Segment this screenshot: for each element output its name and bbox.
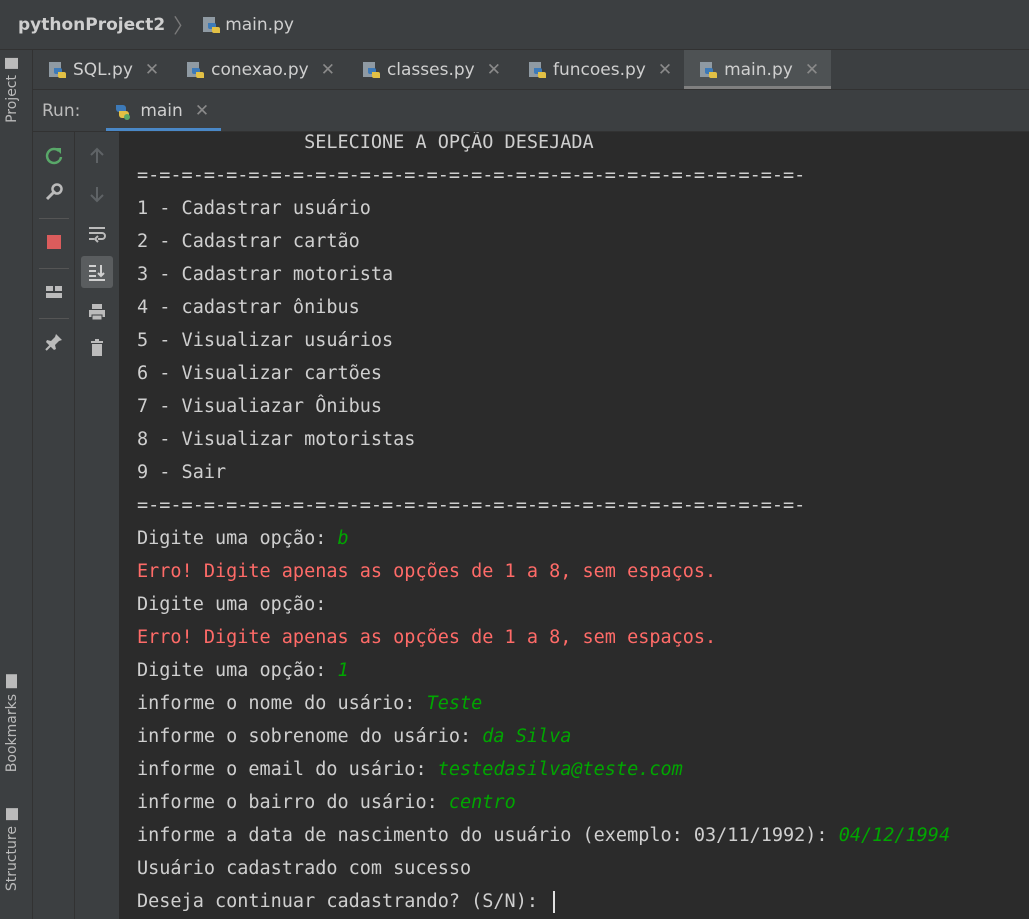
user-input: centro xyxy=(448,792,516,813)
python-file-icon xyxy=(201,15,221,35)
toolbar-divider xyxy=(39,268,69,269)
close-icon[interactable]: ✕ xyxy=(321,60,335,80)
rerun-icon[interactable] xyxy=(38,140,70,172)
text-caret xyxy=(553,891,556,913)
left-tool-strip: Project Bookmarks Structure xyxy=(0,50,33,919)
python-file-icon xyxy=(185,60,205,80)
tab-label: conexao.py xyxy=(211,59,309,80)
python-file-icon xyxy=(527,60,547,80)
close-icon[interactable]: ✕ xyxy=(195,101,209,121)
console-error: Erro! Digite apenas as opções de 1 a 8, … xyxy=(137,627,717,648)
menu-option: 2 - Cadastrar cartão xyxy=(137,231,360,252)
scroll-to-end-icon[interactable] xyxy=(81,256,113,288)
layout-icon[interactable] xyxy=(38,276,70,308)
menu-option: 7 - Visualiazar Ônibus xyxy=(137,396,383,417)
python-file-icon xyxy=(361,60,381,80)
tab-funcoes-py[interactable]: funcoes.py ✕ xyxy=(513,50,684,89)
console-prompt[interactable]: Deseja continuar cadastrando? (S/N): xyxy=(137,891,556,913)
run-tool-window-header: Run: main ✕ xyxy=(33,90,1029,132)
bookmarks-tool-label: Bookmarks xyxy=(4,694,20,773)
arrow-up-icon[interactable] xyxy=(81,140,113,172)
tab-label: classes.py xyxy=(386,59,475,80)
user-input: da Silva xyxy=(482,726,572,747)
folder-icon xyxy=(5,58,19,69)
menu-option: 4 - cadastrar ônibus xyxy=(137,297,360,318)
tab-sql-py[interactable]: SQL.py ✕ xyxy=(33,50,171,89)
print-icon[interactable] xyxy=(81,296,113,328)
user-input: testedasilva@teste.com xyxy=(437,759,683,780)
arrow-down-icon[interactable] xyxy=(81,178,113,210)
run-toolbar-primary xyxy=(33,132,75,919)
breadcrumb-separator: 〉 xyxy=(173,14,194,38)
console-prompt: Digite uma opção: 1 xyxy=(137,660,349,681)
console-prompt: informe o email do usário: testedasilva@… xyxy=(137,759,683,780)
run-tab-main[interactable]: main ✕ xyxy=(106,90,221,131)
console-prompt: Digite uma opção: b xyxy=(137,528,349,549)
console-separator: =-=-=-=-=-=-=-=-=-=-=-=-=-=-=-=-=-=-=-=-… xyxy=(137,495,806,516)
user-input: 04/12/1994 xyxy=(838,825,951,846)
tab-label: SQL.py xyxy=(73,59,133,80)
console-separator: =-=-=-=-=-=-=-=-=-=-=-=-=-=-=-=-=-=-=-=-… xyxy=(137,165,806,186)
breadcrumb-file[interactable]: main.py xyxy=(201,15,294,35)
user-input: 1 xyxy=(337,660,349,681)
python-file-icon xyxy=(47,60,67,80)
console-header: SELECIONE A OPÇÃO DESEJADA xyxy=(137,132,594,153)
run-toolbar-secondary xyxy=(75,132,119,919)
editor-tabs: SQL.py ✕ conexao.py ✕ classes.py ✕ funco… xyxy=(33,50,1029,90)
breadcrumb-project[interactable]: pythonProject2 xyxy=(18,15,165,35)
close-icon[interactable]: ✕ xyxy=(805,60,819,80)
close-icon[interactable]: ✕ xyxy=(658,60,672,80)
menu-option: 1 - Cadastrar usuário xyxy=(137,198,371,219)
project-tool-label: Project xyxy=(4,75,20,123)
project-tool-button[interactable]: Project xyxy=(4,58,20,123)
pin-icon[interactable] xyxy=(38,326,70,358)
trash-icon[interactable] xyxy=(81,332,113,364)
console-prompt: informe o nome do usário: Teste xyxy=(137,693,483,714)
console-error: Erro! Digite apenas as opções de 1 a 8, … xyxy=(137,561,717,582)
menu-option: 5 - Visualizar usuários xyxy=(137,330,394,351)
bookmark-icon xyxy=(6,674,18,688)
close-icon[interactable]: ✕ xyxy=(145,60,159,80)
user-input: Teste xyxy=(426,693,483,714)
bookmarks-tool-button[interactable]: Bookmarks xyxy=(4,674,20,772)
toolbar-divider xyxy=(39,218,69,219)
tab-label: main.py xyxy=(724,59,793,80)
structure-tool-button[interactable]: Structure xyxy=(4,808,20,891)
structure-tool-label: Structure xyxy=(4,826,20,892)
python-file-icon xyxy=(698,60,718,80)
tab-classes-py[interactable]: classes.py ✕ xyxy=(347,50,513,89)
run-label: Run: xyxy=(42,100,81,121)
toolbar-divider xyxy=(39,318,69,319)
menu-option: 9 - Sair xyxy=(137,462,227,483)
console-prompt: informe o bairro do usário: centro xyxy=(137,792,516,813)
console-prompt: Digite uma opção: xyxy=(137,594,338,615)
tab-conexao-py[interactable]: conexao.py ✕ xyxy=(171,50,347,89)
tab-label: funcoes.py xyxy=(552,59,646,80)
console-prompt: informe o sobrenome do usário: da Silva xyxy=(137,726,572,747)
menu-option: 3 - Cadastrar motorista xyxy=(137,264,394,285)
python-run-icon xyxy=(112,101,132,121)
console-prompt: informe a data de nascimento do usuário … xyxy=(137,825,951,846)
breadcrumb-file-label: main.py xyxy=(225,14,294,35)
wrench-icon[interactable] xyxy=(38,176,70,208)
run-tab-label: main xyxy=(140,100,183,121)
navigation-bar: pythonProject2 〉 main.py xyxy=(0,0,1029,50)
console-output[interactable]: SELECIONE A OPÇÃO DESEJADA =-=-=-=-=-=-=… xyxy=(119,132,1029,919)
menu-option: 6 - Visualizar cartões xyxy=(137,363,383,384)
structure-icon xyxy=(6,808,18,820)
console-message: Usuário cadastrado com sucesso xyxy=(137,858,472,879)
user-input: b xyxy=(337,528,349,549)
close-icon[interactable]: ✕ xyxy=(487,60,501,80)
stop-icon[interactable] xyxy=(38,226,70,258)
soft-wrap-icon[interactable] xyxy=(81,218,113,250)
menu-option: 8 - Visualizar motoristas xyxy=(137,429,416,450)
tab-main-py[interactable]: main.py ✕ xyxy=(684,50,832,89)
